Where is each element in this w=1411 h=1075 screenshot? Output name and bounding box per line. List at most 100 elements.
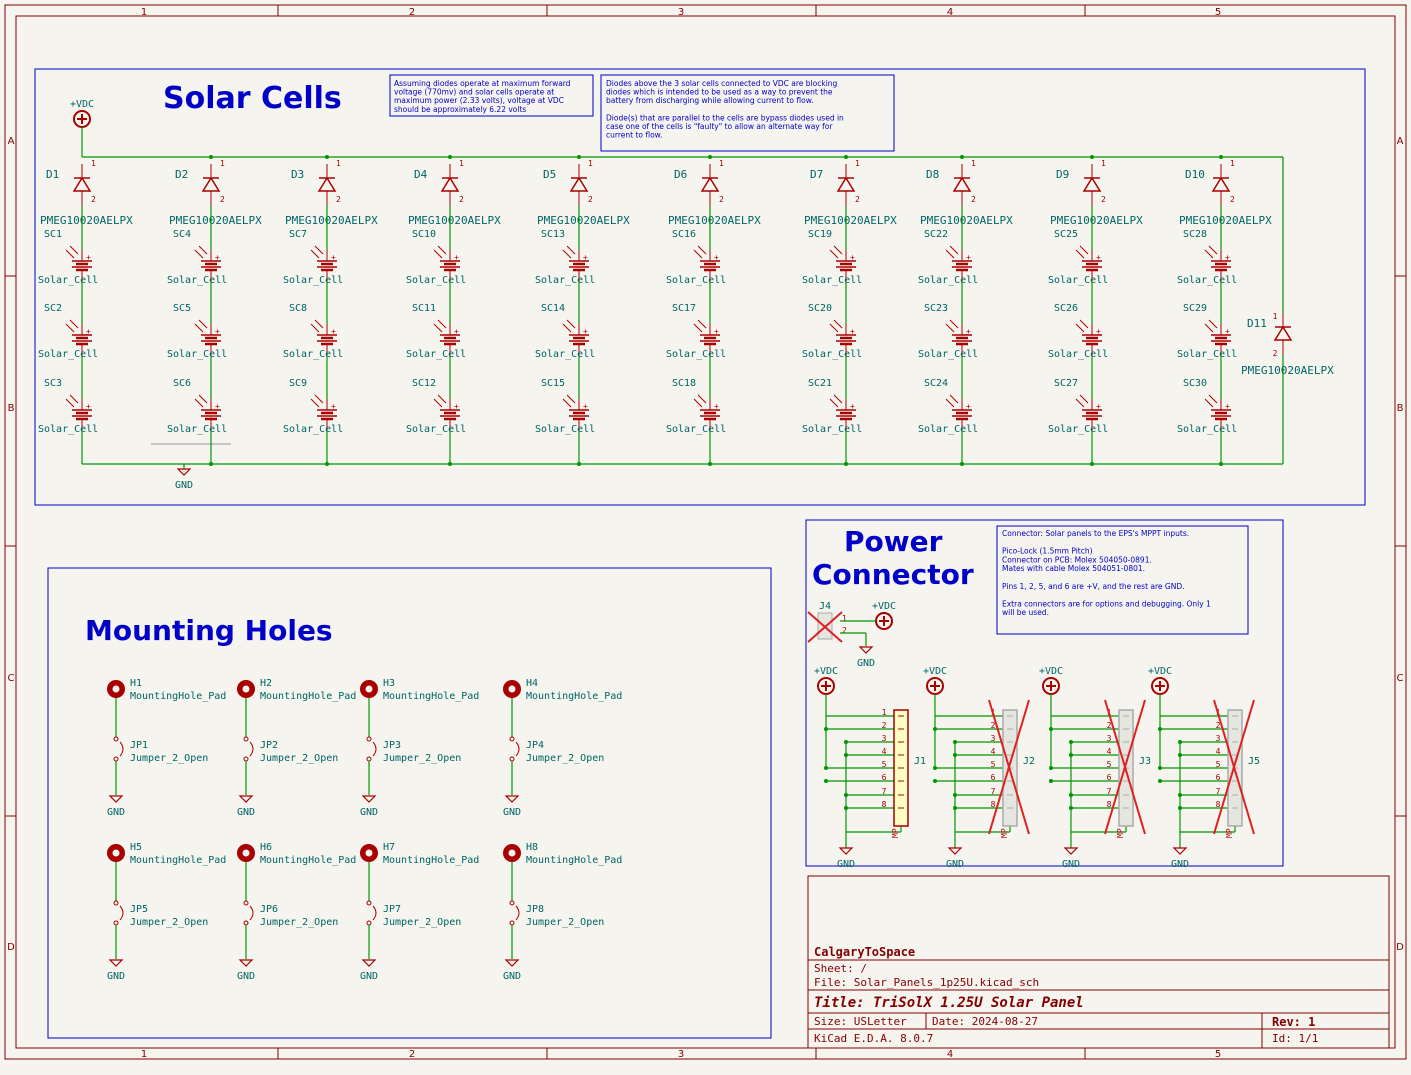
- cell-plus: +: [454, 327, 459, 336]
- mounting-hole-value: MountingHole_Pad: [130, 691, 226, 702]
- diode-ref: D1: [46, 168, 59, 181]
- cell-value: Solar_Cell: [1177, 349, 1237, 360]
- string-5: 1 2 D5 PMEG10020AELPX + SC13 Solar_Cell + SC14 So…: [535, 155, 630, 466]
- cell-ref: SC7: [289, 229, 307, 240]
- gnd-symbol: [858, 646, 874, 654]
- diode-ref: D8: [926, 168, 939, 181]
- jumper-value: Jumper_2_Open: [260, 917, 338, 928]
- mounting-hole-drill: [508, 849, 516, 857]
- diode-pin-2: 2: [1230, 195, 1235, 204]
- cell-value: Solar_Cell: [38, 424, 98, 435]
- column-label: 2: [409, 7, 415, 18]
- connector-pin-number: 7: [991, 787, 996, 796]
- diode-body: [72, 176, 92, 192]
- light-arrow: [697, 245, 707, 255]
- gnd-label: GND: [857, 658, 875, 669]
- connector-mp-label: MP: [1225, 828, 1234, 838]
- cell-plus: +: [714, 402, 719, 411]
- gnd-symbol: [947, 847, 963, 855]
- connector-pin-number: 7: [1216, 787, 1221, 796]
- string-8: 1 2 D8 PMEG10020AELPX + SC22 Solar_Cell + SC23 So…: [918, 155, 1013, 466]
- solar-cells-title: Solar Cells: [163, 81, 342, 116]
- gnd-symbol: [361, 795, 377, 803]
- light-arrow: [693, 398, 703, 408]
- jumper-value: Jumper_2_Open: [526, 753, 604, 764]
- diode-pin-2: 2: [459, 195, 464, 204]
- light-arrow: [198, 319, 208, 329]
- cell-ref: SC6: [173, 378, 191, 389]
- jumper-ref: JP8: [526, 904, 544, 915]
- connector-pin-number: 4: [1107, 747, 1112, 756]
- junction-dot: [844, 155, 848, 159]
- row-label: B: [8, 403, 15, 414]
- jumper-pin: [113, 920, 119, 926]
- cell-plus: +: [714, 327, 719, 336]
- gnd-symbol: [176, 468, 192, 476]
- cell-plus: +: [850, 402, 855, 411]
- jumper-arc: [372, 741, 377, 757]
- mounting-holes-title: Mounting Holes: [85, 614, 333, 647]
- cell-plus: +: [454, 402, 459, 411]
- string-9: 1 2 D9 PMEG10020AELPX + SC25 Solar_Cell + SC26 So…: [1048, 155, 1143, 466]
- connector-pin-number: 7: [882, 787, 887, 796]
- diode-body: [1273, 325, 1293, 341]
- connector-ref: J3: [1139, 756, 1151, 767]
- connector-pin-number: 3: [1107, 734, 1112, 743]
- light-arrow: [1208, 245, 1218, 255]
- cell-ref: SC30: [1183, 378, 1207, 389]
- vdc-label: +VDC: [923, 666, 947, 677]
- note-line: Connector: Solar panels to the EPS's MPP…: [1002, 529, 1189, 538]
- light-arrow: [949, 319, 959, 329]
- jumper-arc: [249, 741, 254, 757]
- cell-value: Solar_Cell: [38, 349, 98, 360]
- mounting-hole-ref: H1: [130, 678, 142, 689]
- connector-pin-number: 6: [991, 773, 996, 782]
- light-arrow: [65, 249, 75, 259]
- cell-plus: +: [86, 327, 91, 336]
- cell-value: Solar_Cell: [918, 275, 978, 286]
- diode-ref: D7: [810, 168, 823, 181]
- diode-body: [440, 176, 460, 192]
- light-arrow: [1079, 319, 1089, 329]
- cell-value: Solar_Cell: [283, 275, 343, 286]
- diode-body: [201, 176, 221, 192]
- column-label: 3: [678, 7, 684, 18]
- jumper-arc: [515, 905, 520, 921]
- diode-value: PMEG10020AELPX: [1050, 214, 1143, 227]
- cell-ref: SC10: [412, 229, 436, 240]
- connector-pin-number: 8: [1216, 800, 1221, 809]
- cell-ref: SC3: [44, 378, 62, 389]
- column-label: 5: [1215, 7, 1221, 18]
- connector-j2: +VDCGND12345678MPJ2: [923, 666, 1035, 870]
- junction-dot: [1049, 766, 1053, 770]
- mounting-hole-drill: [508, 685, 516, 693]
- connector-pin-number: 6: [1216, 773, 1221, 782]
- connector-j5: +VDCGND12345678MPJ5: [1148, 666, 1260, 870]
- connector-pin-number: 6: [1107, 773, 1112, 782]
- cell-value: Solar_Cell: [802, 424, 862, 435]
- cell-value: Solar_Cell: [406, 349, 466, 360]
- column-label: 4: [947, 7, 953, 18]
- vdc-label: +VDC: [814, 666, 838, 677]
- light-arrow: [69, 319, 79, 329]
- mounting-hole-6: H6 MountingHole_Pad JP6 Jumper_2_Open GND: [237, 842, 356, 982]
- row-label: C: [1397, 673, 1404, 684]
- connector-note: Connector: Solar panels to the EPS's MPP…: [1002, 529, 1211, 617]
- row-label: D: [1396, 942, 1404, 953]
- jumper-pin: [366, 756, 372, 762]
- gnd-symbol: [108, 795, 124, 803]
- cell-value: Solar_Cell: [802, 275, 862, 286]
- diode-ref: D10: [1185, 168, 1205, 181]
- cell-plus: +: [215, 327, 220, 336]
- mounting-hole-ref: H5: [130, 842, 142, 853]
- light-arrow: [65, 398, 75, 408]
- cell-plus: +: [1225, 402, 1230, 411]
- schematic-sheet: 1 1 2 2 3 3 4 4 5 5 A A B B C C D D Solar Cells Mounting …: [4, 4, 1407, 1060]
- cell-ref: SC9: [289, 378, 307, 389]
- diode-pin-1: 1: [1273, 312, 1278, 321]
- connector-pin-number: 8: [882, 800, 887, 809]
- string-4: 1 2 D4 PMEG10020AELPX + SC10 Solar_Cell + SC11 So…: [406, 155, 501, 466]
- jumper-ref: JP3: [383, 740, 401, 751]
- cell-ref: SC18: [672, 378, 696, 389]
- connector-j1: +VDC GND 1 2 3 4 5 6 7 8 MP J1: [814, 666, 926, 870]
